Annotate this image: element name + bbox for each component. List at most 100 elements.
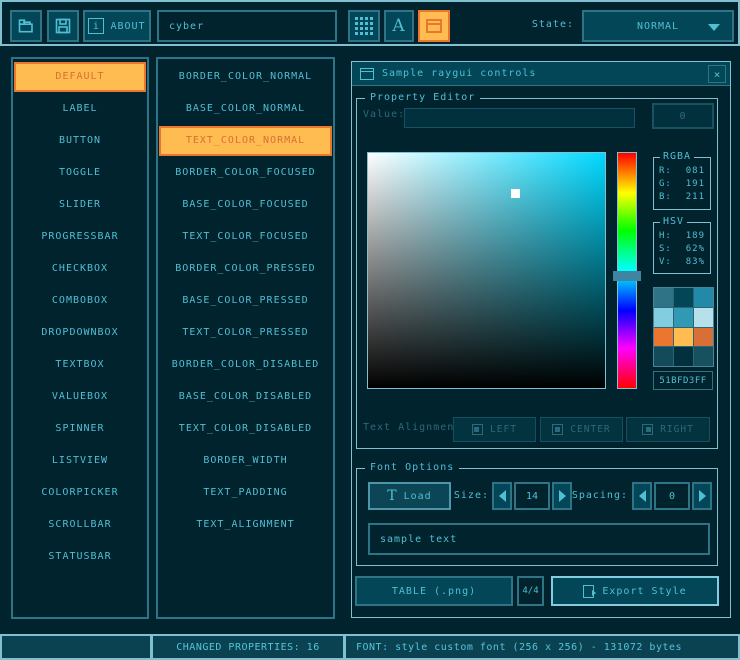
color-swatch[interactable] (674, 288, 693, 307)
font-spacing-decrease-button[interactable] (632, 482, 652, 510)
hue-slider-handle[interactable] (613, 271, 641, 281)
list-item[interactable]: CHECKBOX (14, 254, 146, 284)
font-options-group-label: Font Options (365, 462, 459, 473)
list-item[interactable]: BORDER_COLOR_NORMAL (159, 62, 332, 92)
color-swatch[interactable] (674, 328, 693, 347)
about-button-label: ABOUT (110, 21, 145, 32)
list-item[interactable]: BORDER_COLOR_DISABLED (159, 350, 332, 380)
list-item[interactable]: TEXT_PADDING (159, 478, 332, 508)
list-item[interactable]: SLIDER (14, 190, 146, 220)
list-item[interactable]: BASE_COLOR_NORMAL (159, 94, 332, 124)
list-item[interactable]: STATUSBAR (14, 542, 146, 572)
list-item[interactable]: BASE_COLOR_FOCUSED (159, 190, 332, 220)
chevron-down-icon (708, 24, 720, 31)
align-center-button[interactable]: CENTER (540, 417, 623, 442)
list-item[interactable]: LABEL (14, 94, 146, 124)
list-item[interactable]: TEXT_COLOR_NORMAL (159, 126, 332, 156)
v-value: 83% (686, 257, 705, 270)
list-item[interactable]: PROGRESSBAR (14, 222, 146, 252)
sample-text-input[interactable] (368, 523, 710, 555)
hex-color-value[interactable]: 51BFD3FF (653, 371, 713, 390)
list-item[interactable]: VALUEBOX (14, 382, 146, 412)
list-item[interactable]: DROPDOWNBOX (14, 318, 146, 348)
export-style-button[interactable]: Export Style (551, 576, 719, 606)
controls-list: DEFAULTLABELBUTTONTOGGLESLIDERPROGRESSBA… (11, 57, 149, 619)
list-item[interactable]: TOGGLE (14, 158, 146, 188)
font-size-decrease-button[interactable] (492, 482, 512, 510)
list-item[interactable]: DEFAULT (14, 62, 146, 92)
color-swatch[interactable] (694, 288, 713, 307)
load-font-label: Load (404, 491, 432, 502)
state-dropdown[interactable]: NORMAL (582, 10, 734, 42)
hsv-group-label: HSV (660, 216, 687, 227)
hue-slider[interactable] (617, 152, 637, 389)
list-item[interactable]: SPINNER (14, 414, 146, 444)
align-right-button[interactable]: RIGHT (626, 417, 710, 442)
list-item[interactable]: TEXT_COLOR_DISABLED (159, 414, 332, 444)
toolbar: i ABOUT A State: NORMAL (0, 0, 740, 46)
list-item[interactable]: BORDER_COLOR_FOCUSED (159, 158, 332, 188)
style-table-image-button[interactable] (348, 10, 380, 42)
align-left-icon (472, 424, 483, 435)
color-swatch[interactable] (674, 347, 693, 366)
list-item[interactable]: TEXT_ALIGNMENT (159, 510, 332, 540)
list-item[interactable]: TEXT_COLOR_PRESSED (159, 318, 332, 348)
list-item[interactable]: SCROLLBAR (14, 510, 146, 540)
show-controls-window-button[interactable] (418, 10, 450, 42)
open-style-button[interactable] (10, 10, 42, 42)
color-swatch[interactable] (674, 308, 693, 327)
font-spacing-increase-button[interactable] (692, 482, 712, 510)
info-icon: i (88, 18, 104, 34)
font-a-icon: A (392, 16, 405, 36)
list-item[interactable]: TEXT_COLOR_FOCUSED (159, 222, 332, 252)
list-item[interactable]: COMBOBOX (14, 286, 146, 316)
load-font-icon: T (387, 488, 397, 504)
window-titlebar-icon (360, 68, 374, 80)
align-center-label: CENTER (570, 424, 610, 435)
value-reset-button[interactable]: 0 (652, 103, 714, 129)
close-window-button[interactable]: × (708, 65, 726, 83)
style-table-button[interactable]: TABLE (.png) (355, 576, 513, 606)
page-indicator: 4/4 (517, 576, 544, 606)
r-value: 081 (686, 166, 705, 179)
font-options-group: Font Options T Load Size: 14 Spacing: 0 (356, 468, 718, 566)
list-item[interactable]: BASE_COLOR_PRESSED (159, 286, 332, 316)
list-item[interactable]: COLORPICKER (14, 478, 146, 508)
s-value: 62% (686, 244, 705, 257)
list-item[interactable]: BASE_COLOR_DISABLED (159, 382, 332, 412)
color-swatch[interactable] (654, 288, 673, 307)
color-swatch[interactable] (694, 328, 713, 347)
save-style-button[interactable] (47, 10, 79, 42)
style-color-swatches (653, 287, 714, 367)
list-item[interactable]: BORDER_COLOR_PRESSED (159, 254, 332, 284)
list-item[interactable]: LISTVIEW (14, 446, 146, 476)
list-item[interactable]: TEXTBOX (14, 350, 146, 380)
font-size-label: Size: (442, 482, 489, 510)
color-swatch[interactable] (654, 347, 673, 366)
property-editor-group: Property Editor Value: 0 RGBA R:081 G:19… (356, 98, 718, 449)
align-left-button[interactable]: LEFT (453, 417, 536, 442)
color-swatch[interactable] (654, 308, 673, 327)
export-style-label: Export Style (602, 586, 686, 597)
list-item[interactable]: BORDER_WIDTH (159, 446, 332, 476)
color-picker-cursor[interactable] (511, 189, 520, 198)
list-item[interactable]: BUTTON (14, 126, 146, 156)
font-settings-button[interactable]: A (384, 10, 414, 42)
statusbar-changed-properties: CHANGED PROPERTIES: 16 (151, 634, 345, 660)
value-slider[interactable] (404, 108, 635, 128)
align-center-icon (552, 424, 563, 435)
load-font-button[interactable]: T Load (368, 482, 451, 510)
grid-icon (355, 17, 373, 35)
color-picker-panel[interactable] (367, 152, 606, 389)
b-label: B: (659, 192, 672, 205)
h-value: 189 (686, 231, 705, 244)
color-swatch[interactable] (694, 308, 713, 327)
color-swatch[interactable] (654, 328, 673, 347)
style-name-input[interactable] (157, 10, 337, 42)
font-spacing-value[interactable]: 0 (654, 482, 690, 510)
window-titlebar[interactable]: Sample raygui controls × (352, 62, 730, 86)
font-size-value[interactable]: 14 (514, 482, 550, 510)
arrow-left-icon (639, 490, 646, 502)
color-swatch[interactable] (694, 347, 713, 366)
about-button[interactable]: i ABOUT (83, 10, 151, 42)
